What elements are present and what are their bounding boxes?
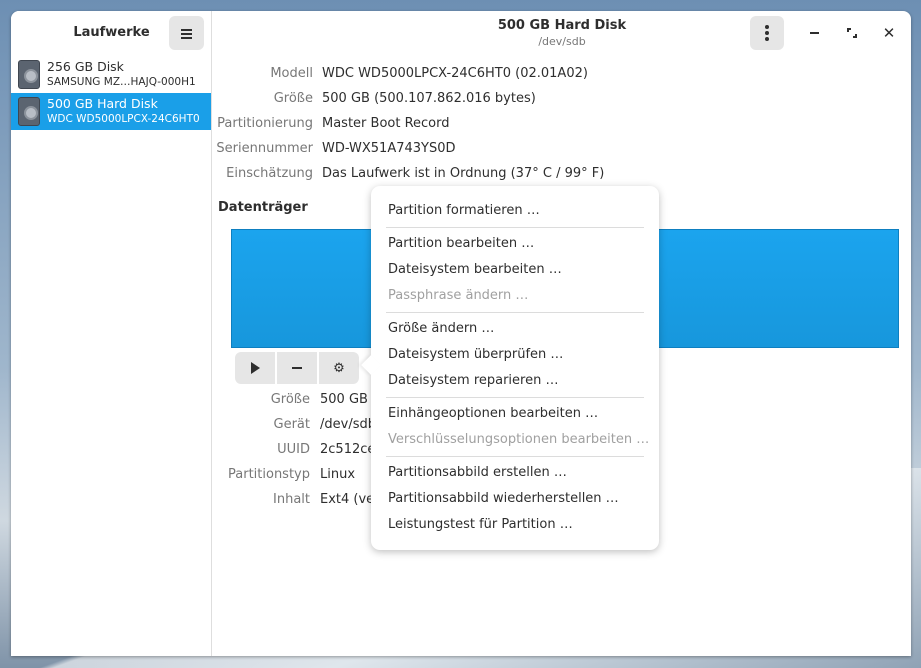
info-label: Partitionierung — [217, 116, 313, 131]
info-label: Seriennummer — [216, 141, 313, 156]
gears-icon: ⚙ — [333, 360, 345, 376]
menu-item-resize[interactable]: Größe ändern … — [388, 321, 494, 336]
prop-label: Inhalt — [273, 492, 310, 507]
info-label: Modell — [270, 66, 313, 81]
info-label: Einschätzung — [226, 166, 313, 181]
prop-value: Ext4 (ve — [320, 492, 375, 507]
drive-name: 256 GB Disk — [47, 59, 124, 74]
prop-value: /dev/sdb — [320, 417, 376, 432]
info-label: Größe — [273, 91, 313, 106]
mount-button[interactable] — [235, 352, 275, 384]
menu-item-change-passphrase: Passphrase ändern … — [388, 288, 529, 303]
menu-item-create-image[interactable]: Partitionsabbild erstellen … — [388, 465, 567, 480]
menu-separator — [386, 456, 644, 457]
sidebar-header: Laufwerke — [11, 11, 211, 55]
info-value: Das Laufwerk ist in Ordnung (37° C / 99°… — [322, 166, 605, 181]
menu-item-edit-partition[interactable]: Partition bearbeiten … — [388, 236, 534, 251]
menu-separator — [386, 312, 644, 313]
prop-value: Linux — [320, 467, 356, 482]
prop-value: 500 GB — [320, 392, 368, 407]
info-value: 500 GB (500.107.862.016 bytes) — [322, 91, 536, 106]
headerbar: 500 GB Hard Disk /dev/sdb ✕ — [213, 11, 911, 55]
menu-separator — [386, 397, 644, 398]
menu-item-benchmark-partition[interactable]: Leistungstest für Partition … — [388, 517, 573, 532]
drive-item-256gb[interactable]: 256 GB Disk SAMSUNG MZ…HAJQ-000H1 — [11, 56, 211, 93]
drive-name: 500 GB Hard Disk — [47, 96, 158, 111]
drive-model: SAMSUNG MZ…HAJQ-000H1 — [47, 76, 196, 88]
info-value: Master Boot Record — [322, 116, 450, 131]
prop-label: UUID — [277, 442, 310, 457]
menu-item-restore-image[interactable]: Partitionsabbild wiederherstellen … — [388, 491, 619, 506]
kebab-dot — [765, 31, 769, 35]
partition-context-menu: Partition formatieren … Partition bearbe… — [371, 186, 659, 550]
menu-item-check-filesystem[interactable]: Dateisystem überprüfen … — [388, 347, 563, 362]
menu-item-repair-filesystem[interactable]: Dateisystem reparieren … — [388, 373, 558, 388]
volumes-section-title: Datenträger — [218, 200, 308, 215]
play-icon — [250, 362, 260, 374]
prop-label: Gerät — [273, 417, 310, 432]
hamburger-menu-button[interactable] — [169, 16, 204, 50]
hamburger-menu-icon — [181, 28, 192, 39]
prop-value: 2c512ce — [320, 442, 376, 457]
minus-icon — [292, 367, 302, 369]
harddisk-icon — [18, 97, 40, 126]
partition-options-button[interactable]: ⚙ — [319, 352, 359, 384]
menu-item-edit-mount-options[interactable]: Einhängeoptionen bearbeiten … — [388, 406, 598, 421]
prop-label: Partitionstyp — [228, 467, 310, 482]
maximize-button[interactable] — [842, 23, 862, 43]
delete-partition-button[interactable] — [277, 352, 317, 384]
close-icon: ✕ — [882, 23, 896, 42]
drive-item-500gb[interactable]: 500 GB Hard Disk WDC WD5000LPCX-24C6HT0 — [11, 93, 211, 130]
minimize-button[interactable] — [804, 23, 824, 43]
prop-label: Größe — [270, 392, 310, 407]
harddisk-icon — [18, 60, 40, 89]
close-button[interactable]: ✕ — [879, 23, 899, 43]
maximize-icon — [847, 28, 857, 38]
menu-item-format-partition[interactable]: Partition formatieren … — [388, 203, 540, 218]
info-value: WD-WX51A743YS0D — [322, 141, 456, 156]
sidebar: Laufwerke 256 GB Disk SAMSUNG MZ…HAJQ-00… — [11, 11, 212, 656]
minimize-icon — [809, 32, 819, 34]
drive-menu-button[interactable] — [750, 16, 784, 50]
drive-model: WDC WD5000LPCX-24C6HT0 — [47, 113, 200, 125]
kebab-dot — [765, 37, 769, 41]
menu-item-edit-filesystem[interactable]: Dateisystem bearbeiten … — [388, 262, 562, 277]
menu-item-edit-encryption-options: Verschlüsselungsoptionen bearbeiten … — [388, 432, 650, 447]
kebab-menu-icon — [765, 25, 769, 29]
menu-separator — [386, 227, 644, 228]
info-value: WDC WD5000LPCX-24C6HT0 (02.01A02) — [322, 66, 588, 81]
